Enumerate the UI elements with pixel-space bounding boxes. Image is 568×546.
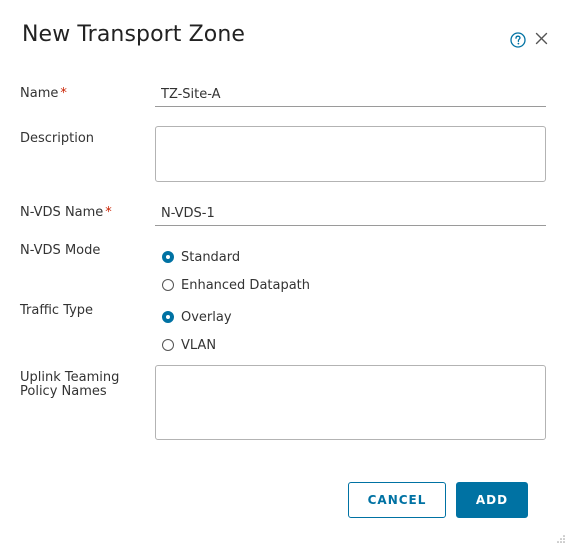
- radio-unchecked-icon: [162, 279, 174, 291]
- name-label: Name *: [20, 87, 67, 101]
- description-textarea[interactable]: [155, 126, 546, 182]
- nvds-mode-enhanced-datapath-label: Enhanced Datapath: [181, 277, 311, 293]
- nvds-mode-label: N-VDS Mode: [20, 243, 101, 258]
- new-transport-zone-dialog: New Transport Zone Name* Description N-V…: [0, 0, 568, 546]
- nvds-name-label: N-VDS Name *: [20, 206, 112, 220]
- name-input[interactable]: [155, 83, 546, 107]
- nvds-mode-enhanced-datapath-radio[interactable]: Enhanced Datapath: [162, 277, 310, 293]
- resize-handle-icon[interactable]: [556, 534, 566, 544]
- cancel-button[interactable]: CANCEL: [348, 482, 446, 518]
- nvds-mode-standard-radio[interactable]: Standard: [162, 249, 240, 265]
- name-required-mark: *: [60, 86, 67, 101]
- nvds-name-label-text: N-VDS Name: [20, 205, 104, 220]
- traffic-type-overlay-radio[interactable]: Overlay: [162, 309, 232, 325]
- traffic-type-vlan-label: VLAN: [181, 337, 217, 353]
- uplink-policy-textarea[interactable]: [155, 365, 546, 440]
- radio-checked-icon: [162, 311, 174, 323]
- radio-checked-icon: [162, 251, 174, 263]
- add-button[interactable]: ADD: [456, 482, 528, 518]
- traffic-type-label: Traffic Type: [20, 303, 94, 318]
- uplink-policy-label-line1: Uplink Teaming: [20, 370, 120, 385]
- nvds-name-input[interactable]: [155, 202, 546, 226]
- help-circle-icon[interactable]: [510, 32, 526, 48]
- description-label: Description: [20, 131, 95, 146]
- uplink-policy-label-line2: Policy Names: [20, 384, 107, 399]
- close-icon[interactable]: [535, 32, 548, 45]
- nvds-mode-standard-label: Standard: [181, 249, 241, 265]
- name-label-text: Name: [20, 86, 59, 101]
- dialog-title: New Transport Zone: [22, 22, 246, 47]
- traffic-type-vlan-radio[interactable]: VLAN: [162, 337, 216, 353]
- nvds-name-required-mark: *: [105, 205, 112, 220]
- uplink-policy-label: Uplink Teaming Policy Names: [20, 371, 119, 399]
- radio-unchecked-icon: [162, 339, 174, 351]
- traffic-type-overlay-label: Overlay: [181, 309, 232, 325]
